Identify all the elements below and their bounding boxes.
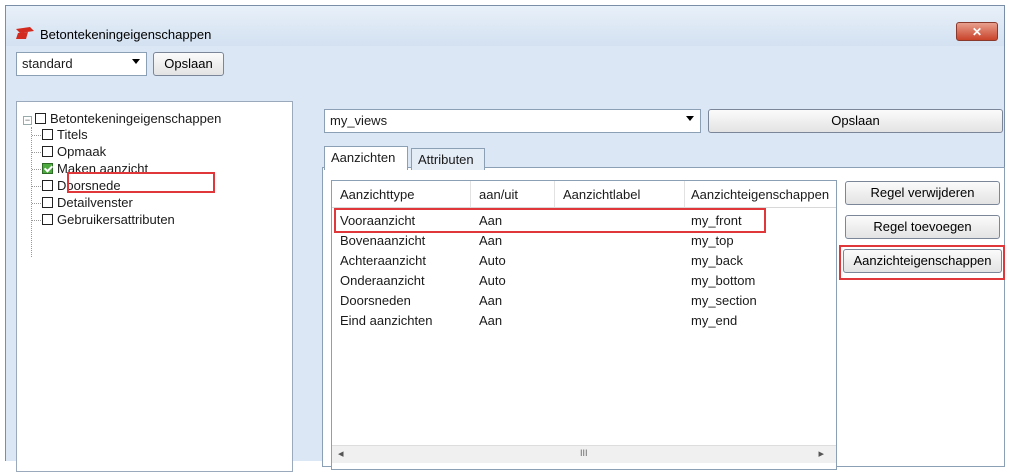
table-cell: Aan (479, 233, 503, 248)
tree-item[interactable]: Titels (42, 127, 88, 144)
remove-row-button[interactable]: Regel verwijderen (845, 181, 1000, 205)
tree-item[interactable]: Detailvenster (42, 195, 133, 212)
table-cell: Aan (479, 293, 503, 308)
table-cell: Aan (479, 313, 503, 328)
close-button[interactable]: ✕ (956, 22, 998, 41)
scroll-right-icon[interactable]: ▸ (818, 447, 824, 460)
chevron-down-icon (686, 116, 694, 121)
scroll-left-icon[interactable]: ◂ (338, 447, 344, 460)
table-row[interactable]: Onderaanzicht Auto my_bottom (332, 271, 836, 291)
scroll-thumb[interactable]: III (580, 448, 588, 458)
tree-item-checkbox[interactable] (42, 146, 53, 157)
tree-item-checkbox[interactable] (42, 129, 53, 140)
table-row[interactable]: Vooraanzicht Aan my_front (332, 211, 836, 231)
table-cell: my_front (691, 213, 742, 228)
tree-item-label: Doorsnede (57, 178, 121, 193)
table-row[interactable]: Bovenaanzicht Aan my_top (332, 231, 836, 251)
tree-item-checkbox[interactable] (42, 197, 53, 208)
view-properties-button[interactable]: Aanzichteigenschappen (843, 249, 1002, 273)
table-cell: Auto (479, 253, 506, 268)
chevron-down-icon (132, 59, 140, 64)
tree-item-checkbox[interactable] (42, 180, 53, 191)
table-cell: Achteraanzicht (340, 253, 426, 268)
column-header[interactable]: aan/uit (479, 187, 518, 202)
tree-item-label: Opmaak (57, 144, 107, 159)
collapse-icon[interactable]: − (23, 116, 32, 125)
table-row[interactable]: Achteraanzicht Auto my_back (332, 251, 836, 271)
table-cell: Doorsneden (340, 293, 411, 308)
column-header[interactable]: Aanzichteigenschappen (691, 187, 829, 202)
views-table: Aanzichttype aan/uit Aanzichtlabel Aanzi… (331, 180, 837, 470)
table-cell: Onderaanzicht (340, 273, 425, 288)
tree-item[interactable]: Opmaak (42, 144, 106, 161)
table-cell: Aan (479, 213, 503, 228)
tab-attributen[interactable]: Attributen (411, 148, 485, 170)
views-select[interactable]: my_views (324, 109, 701, 133)
column-header[interactable]: Aanzichttype (340, 187, 414, 202)
tree-item-label: Detailvenster (57, 195, 133, 210)
table-cell: Bovenaanzicht (340, 233, 426, 248)
close-icon: ✕ (971, 25, 983, 39)
table-cell: my_bottom (691, 273, 756, 288)
table-cell: Auto (479, 273, 506, 288)
add-row-button[interactable]: Regel toevoegen (845, 215, 1000, 239)
table-cell: Eind aanzichten (340, 313, 433, 328)
table-header: Aanzichttype aan/uit Aanzichtlabel Aanzi… (332, 181, 836, 208)
views-select-value: my_views (330, 113, 388, 128)
tree-root[interactable]: − Betontekeningeigenschappen (23, 111, 221, 128)
column-header[interactable]: Aanzichtlabel (563, 187, 640, 202)
profile-value: standard (22, 56, 73, 71)
title-bar: Betontekeningeigenschappen ✕ (6, 6, 1004, 46)
tree-item-checkbox[interactable] (42, 163, 53, 174)
window-title: Betontekeningeigenschappen (40, 27, 212, 42)
tree-root-checkbox[interactable] (35, 113, 46, 124)
profile-save-button[interactable]: Opslaan (153, 52, 224, 76)
tree-root-label: Betontekeningeigenschappen (50, 111, 222, 126)
table-row[interactable]: Eind aanzichten Aan my_end (332, 311, 836, 331)
tree-item-checkbox[interactable] (42, 214, 53, 225)
table-row[interactable]: Doorsneden Aan my_section (332, 291, 836, 311)
app-icon (16, 27, 34, 39)
tree-item[interactable]: Maken aanzicht (42, 161, 148, 178)
tree-item-label: Titels (57, 127, 88, 142)
profile-select[interactable]: standard (16, 52, 147, 76)
table-cell: my_top (691, 233, 734, 248)
tree-item[interactable]: Gebruikersattributen (42, 212, 175, 229)
table-cell: my_section (691, 293, 757, 308)
tree-item[interactable]: Doorsnede (42, 178, 121, 195)
horizontal-scrollbar[interactable]: ◂ III ▸ (332, 445, 836, 463)
tree-item-label: Gebruikersattributen (57, 212, 175, 227)
property-tree: − Betontekeningeigenschappen Titels Opmaak… (16, 101, 293, 472)
table-cell: my_end (691, 313, 738, 328)
table-cell: Vooraanzicht (340, 213, 416, 228)
table-cell: my_back (691, 253, 744, 268)
tab-aanzichten[interactable]: Aanzichten (324, 146, 408, 170)
views-save-button[interactable]: Opslaan (708, 109, 1003, 133)
tree-item-label: Maken aanzicht (57, 161, 149, 176)
